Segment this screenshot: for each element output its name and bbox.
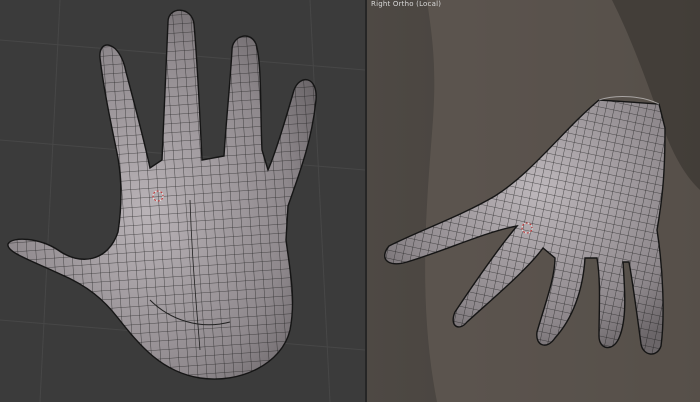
- right-3d-viewport[interactable]: Right Ortho (Local): [367, 0, 700, 402]
- blender-window: Right Ortho (Local): [0, 0, 700, 402]
- left-3d-viewport[interactable]: [0, 0, 365, 402]
- hand-mesh-left[interactable]: [0, 0, 365, 402]
- viewport-view-label: Right Ortho (Local): [371, 0, 442, 8]
- left-viewport-canvas[interactable]: [0, 0, 365, 402]
- right-viewport-canvas[interactable]: [367, 0, 700, 402]
